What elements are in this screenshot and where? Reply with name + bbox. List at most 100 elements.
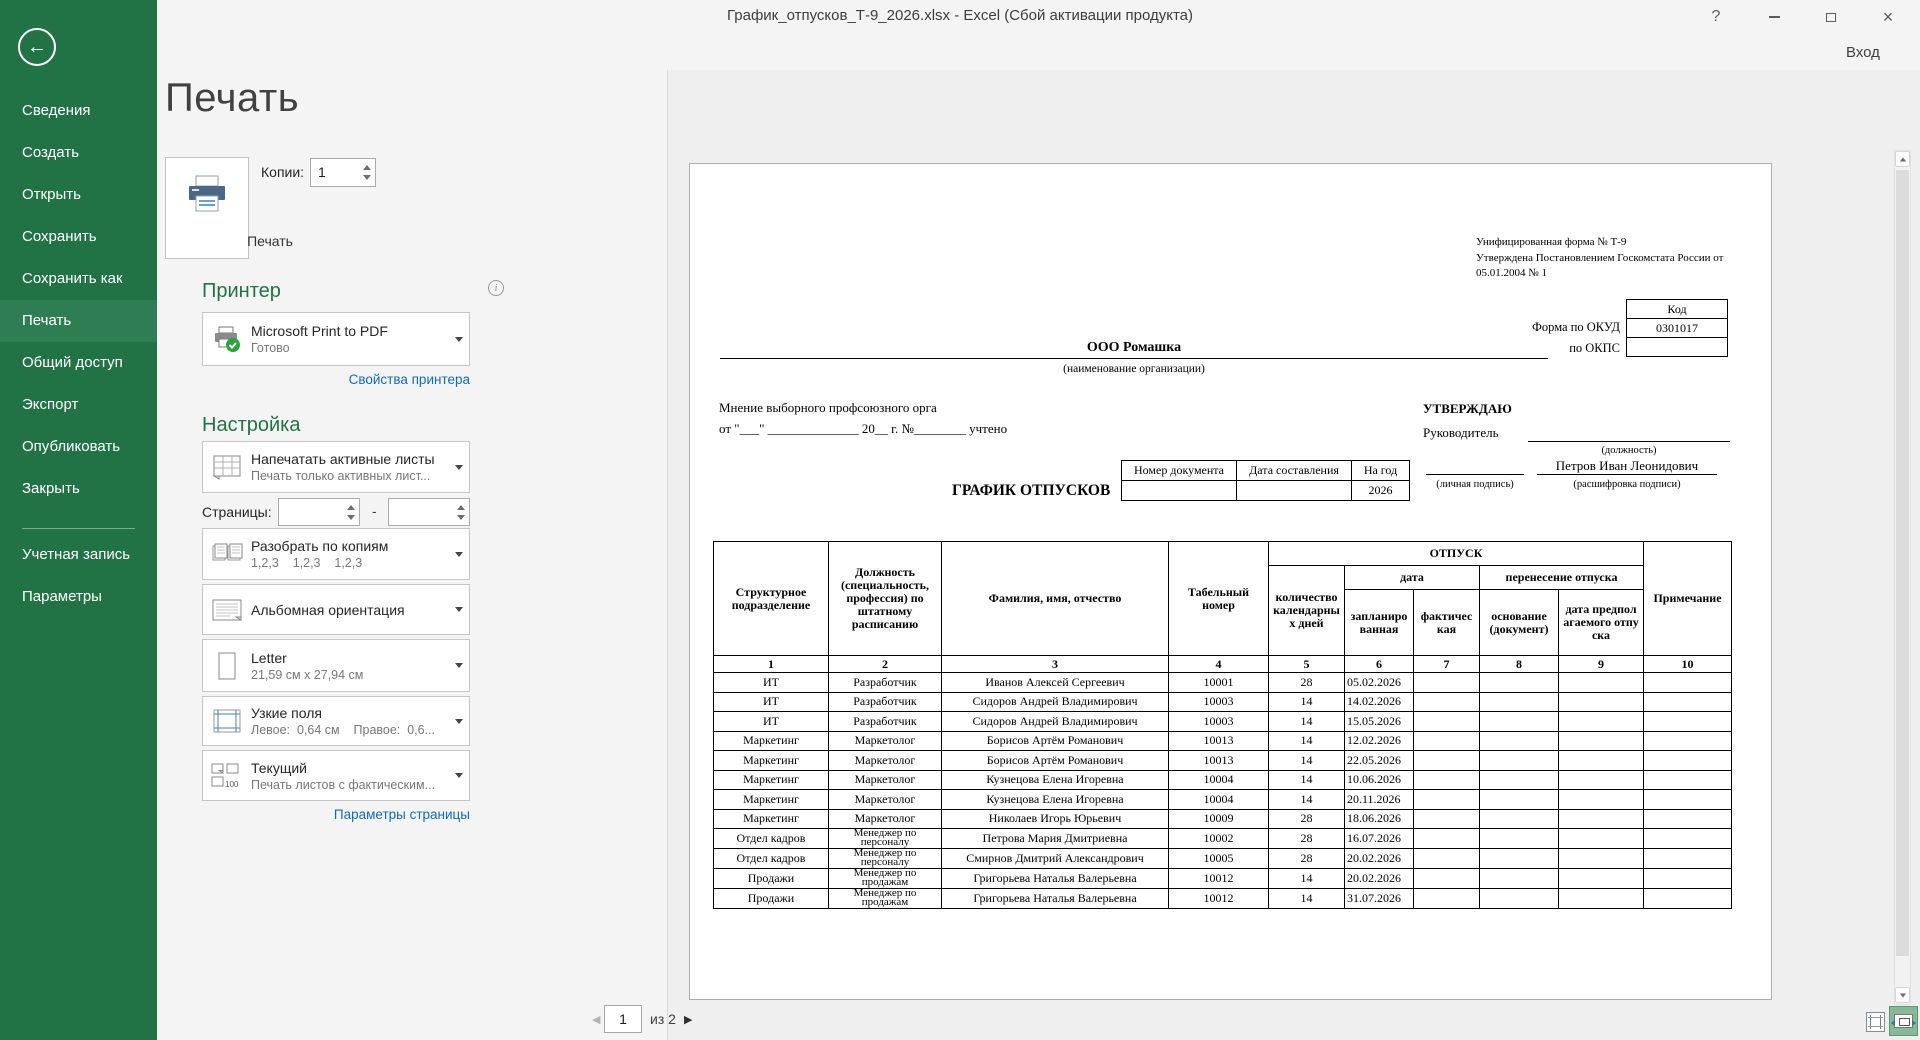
table-cell: Маркетолог	[829, 770, 942, 790]
collate-dropdown[interactable]: Разобрать по копиям 1,2,3 1,2,3 1,2,3	[202, 528, 470, 580]
orientation-dropdown[interactable]: Альбомная ориентация	[202, 584, 470, 635]
table-cell	[1559, 692, 1644, 712]
sidebar-item-opublikovat[interactable]: Опубликовать	[0, 426, 157, 468]
scroll-up-button[interactable]	[1895, 151, 1910, 167]
paper-size-dropdown[interactable]: Letter 21,59 см x 27,94 см	[202, 639, 470, 692]
margins-dropdown[interactable]: Узкие поля Левое: 0,64 см Правое: 0,6...	[202, 696, 470, 746]
sidebar-item-sozdat[interactable]: Создать	[0, 132, 157, 174]
excel-backstage-print: График_отпусков_Т-9_2026.xlsx - Excel (С…	[0, 0, 1920, 1040]
show-margins-button[interactable]	[1866, 1012, 1885, 1032]
print-what-dropdown[interactable]: Напечатать активные листы Печать только …	[202, 441, 470, 493]
settings-section-heading: Настройка	[202, 414, 300, 437]
table-cell: Григорьева Наталья Валерьевна	[942, 889, 1169, 909]
orientation-title: Альбомная ориентация	[251, 602, 449, 618]
sidebar-item-eksport[interactable]: Экспорт	[0, 384, 157, 426]
sidebar-item-obshiy-dostup[interactable]: Общий доступ	[0, 342, 157, 384]
collate-subtitle: 1,2,3 1,2,3 1,2,3	[251, 556, 449, 570]
sidebar-item-otkryt[interactable]: Открыть	[0, 174, 157, 216]
table-cell: 10013	[1169, 731, 1269, 751]
zoom-to-page-button[interactable]	[1889, 1006, 1918, 1036]
landscape-orientation-icon	[203, 598, 251, 622]
col-header-position: Должность (специальность, профессия) по …	[829, 542, 942, 656]
approve-name: Петров Иван Леонидович	[1537, 458, 1717, 475]
copies-value: 1	[311, 159, 359, 186]
table-cell	[1414, 751, 1480, 771]
table-cell	[1559, 849, 1644, 869]
table-row: Отдел кадровМенеджер по персоналуСмирнов…	[714, 849, 1732, 869]
table-row: ПродажиМенеджер по продажамГригорьева На…	[714, 869, 1732, 889]
col-header-name: Фамилия, имя, отчество	[942, 542, 1169, 656]
table-cell: 14	[1269, 751, 1345, 771]
scroll-down-button[interactable]	[1895, 987, 1910, 1003]
close-button[interactable]: ×	[1875, 4, 1901, 30]
document-number-table: Номер документа Дата составления На год …	[1121, 460, 1410, 501]
scaling-dropdown[interactable]: 100 Текущий Печать листов с фактическим.…	[202, 750, 470, 801]
previous-page-button[interactable]: ◀	[592, 1013, 600, 1026]
current-page-input[interactable]: 1	[604, 1005, 642, 1033]
table-cell: 10005	[1169, 849, 1269, 869]
table-cell: Менеджер по персоналу	[829, 829, 942, 849]
approve-signature-line	[1426, 458, 1524, 475]
table-row: ИТРазработчикСидоров Андрей Владимирович…	[714, 712, 1732, 732]
sign-in-link[interactable]: Вход	[1846, 44, 1880, 61]
table-cell: Разработчик	[829, 712, 942, 732]
preview-scrollbar[interactable]	[1894, 150, 1911, 1005]
table-cell	[1414, 770, 1480, 790]
table-cell	[1480, 809, 1559, 829]
table-cell: Маркетинг	[714, 790, 829, 810]
table-cell	[1480, 849, 1559, 869]
vacation-table-body: ИТРазработчикИванов Алексей Сергеевич100…	[714, 673, 1732, 909]
restore-button[interactable]	[1818, 4, 1844, 30]
table-cell	[1480, 869, 1559, 889]
pages-label: Страницы:	[202, 504, 272, 520]
chevron-down-icon	[455, 719, 463, 724]
table-cell: 14.02.2026	[1345, 692, 1414, 712]
table-cell: 10002	[1169, 829, 1269, 849]
printer-dropdown[interactable]: Microsoft Print to PDF Готово	[202, 312, 470, 366]
page-setup-link[interactable]: Параметры страницы	[202, 807, 470, 822]
table-row: ПродажиМенеджер по продажамГригорьева На…	[714, 889, 1732, 909]
sidebar-item-sohranit[interactable]: Сохранить	[0, 216, 157, 258]
active-sheets-icon	[203, 454, 251, 480]
table-cell: 14	[1269, 790, 1345, 810]
table-cell: 28	[1269, 829, 1345, 849]
next-page-button[interactable]: ▶	[684, 1013, 692, 1026]
sidebar-item-parametry[interactable]: Параметры	[0, 576, 157, 618]
table-cell: 28	[1269, 849, 1345, 869]
window-title: График_отпусков_Т-9_2026.xlsx - Excel (С…	[0, 0, 1920, 32]
table-cell	[1414, 889, 1480, 909]
table-cell: 10003	[1169, 712, 1269, 732]
sidebar-item-pechat[interactable]: Печать	[0, 300, 157, 342]
approve-role-line	[1528, 425, 1730, 442]
union-opinion-line2: от "___" ______________ 20__ г. №_______…	[719, 421, 1007, 437]
copies-stepper-arrows[interactable]	[359, 159, 375, 186]
copies-stepper[interactable]: 1	[310, 158, 376, 187]
help-button[interactable]: ?	[1703, 4, 1729, 30]
table-cell	[1644, 790, 1732, 810]
table-cell	[1559, 829, 1644, 849]
approve-title: УТВЕРЖДАЮ	[1423, 401, 1512, 417]
paper-size-title: Letter	[251, 650, 449, 666]
table-cell: 10003	[1169, 692, 1269, 712]
pages-from-stepper[interactable]	[278, 498, 360, 526]
print-preview-page: Унифицированная форма № Т-9 Утверждена П…	[689, 163, 1772, 1000]
zoom-to-page-icon	[1894, 1014, 1913, 1028]
table-cell	[1559, 731, 1644, 751]
sidebar-item-svedeniya[interactable]: Сведения	[0, 90, 157, 132]
col-header-department: Структурное подразделение	[714, 542, 829, 656]
info-icon[interactable]: i	[488, 280, 504, 296]
scrollbar-thumb[interactable]	[1896, 170, 1909, 956]
printer-properties-link[interactable]: Свойства принтера	[202, 372, 470, 387]
back-button[interactable]: ←	[18, 28, 56, 66]
table-cell: 10001	[1169, 673, 1269, 693]
sidebar-item-sohranit-kak[interactable]: Сохранить как	[0, 258, 157, 300]
sidebar-item-uchetnaya-zapis[interactable]: Учетная запись	[0, 534, 157, 576]
chevron-down-icon	[455, 337, 463, 342]
pages-to-stepper[interactable]	[388, 498, 470, 526]
code-box: Код 0301017	[1626, 299, 1728, 357]
print-button[interactable]: Печать	[165, 157, 249, 259]
table-cell: Петрова Мария Дмитриевна	[942, 829, 1169, 849]
col-header-actual: фактическая	[1414, 590, 1480, 656]
minimize-button[interactable]	[1761, 4, 1787, 30]
sidebar-item-zakryt[interactable]: Закрыть	[0, 468, 157, 510]
